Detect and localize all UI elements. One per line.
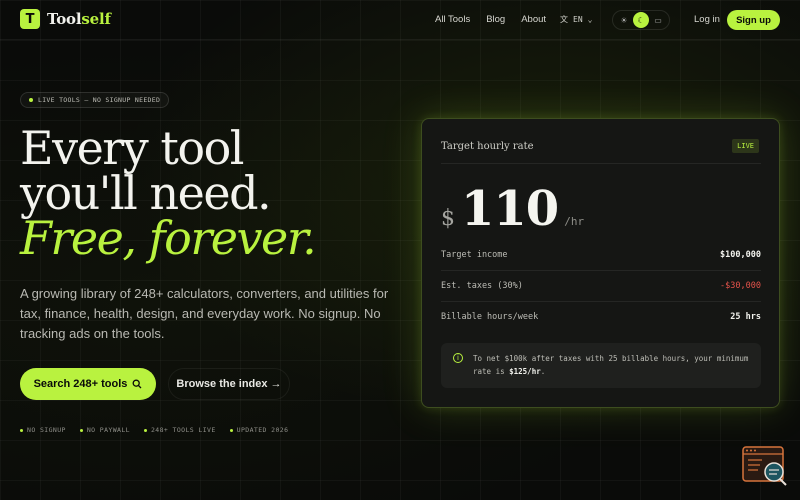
live-badge: LIVE — [732, 139, 759, 153]
hours-row: Billable hours/week 25 hrs — [441, 309, 761, 325]
row-value: $100,000 — [720, 250, 761, 260]
feature-item: UPDATED 2026 — [229, 426, 289, 434]
login-link[interactable]: Log in — [694, 14, 720, 25]
moon-icon[interactable]: ☾ — [633, 12, 649, 28]
nav-link-blog[interactable]: Blog — [486, 14, 505, 25]
card-title: Target hourly rate — [441, 141, 534, 152]
search-tools-label: Search 248+ tools — [33, 378, 128, 390]
feature-item: 248+ TOOLS LIVE — [143, 426, 216, 434]
currency-symbol: $ — [441, 206, 455, 231]
hero-heading: Every tool you'll need. Free, forever. — [20, 121, 317, 265]
info-icon: i — [453, 353, 463, 363]
rate-unit: /hr — [564, 215, 585, 228]
nav-link-about[interactable]: About — [521, 14, 546, 25]
feedback-widget-icon[interactable] — [742, 446, 788, 486]
divider — [441, 270, 761, 271]
nav-links: All Tools Blog About — [435, 14, 546, 25]
search-tools-button[interactable]: Search 248+ tools — [20, 368, 156, 400]
browse-index-button[interactable]: Browse the index → — [168, 368, 290, 400]
sun-icon[interactable]: ☀ — [616, 12, 632, 28]
rate-display: $ 110 /hr — [441, 181, 584, 237]
row-value: 25 hrs — [730, 312, 761, 322]
row-label: Billable hours/week — [441, 312, 539, 322]
row-label: Est. taxes (30%) — [441, 281, 523, 291]
taxes-row: Est. taxes (30%) -$30,000 — [441, 278, 761, 294]
translate-icon: 文 — [560, 15, 568, 24]
hero-badge: LIVE TOOLS — NO SIGNUP NEEDED — [20, 92, 170, 108]
hero-description: A growing library of 248+ calculators, c… — [20, 286, 389, 341]
hero-heading-line2: you'll need. — [20, 166, 272, 220]
row-label: Target income — [441, 250, 508, 260]
income-row: Target income $100,000 — [441, 247, 761, 263]
row-value: -$30,000 — [720, 281, 761, 291]
status-dot — [29, 98, 33, 102]
hero-heading-line3: Free, forever. — [20, 211, 317, 265]
logo[interactable]: T Toolself — [20, 9, 111, 29]
hero-badge-label: LIVE TOOLS — NO SIGNUP NEEDED — [38, 96, 161, 104]
feature-item: NO SIGNUP — [20, 426, 66, 434]
divider — [441, 163, 761, 164]
monitor-icon[interactable]: ▭ — [650, 12, 666, 28]
chevron-down-icon: ⌄ — [587, 15, 593, 24]
hourly-rate-card: Target hourly rate LIVE $ 110 /hr Target… — [421, 118, 780, 408]
feature-item: NO PAYWALL — [79, 426, 130, 434]
signup-button[interactable]: Sign up — [727, 10, 780, 30]
info-note: i To net $100k after taxes with 25 billa… — [441, 343, 761, 388]
logo-text: Toolself — [47, 10, 111, 28]
hero-heading-line1: Every tool — [20, 121, 244, 175]
note-suffix: . — [540, 367, 546, 376]
divider — [441, 301, 761, 302]
logo-mark: T — [20, 9, 40, 29]
top-nav: T Toolself All Tools Blog About 文 EN ⌄ ☀… — [0, 0, 800, 40]
theme-toggle: ☀ ☾ ▭ — [612, 10, 670, 30]
logo-text-part1: Tool — [47, 10, 82, 28]
language-label: EN — [573, 15, 583, 24]
language-selector[interactable]: 文 EN ⌄ — [560, 14, 592, 25]
note-highlight: $125/hr — [509, 367, 541, 376]
feature-list: NO SIGNUP NO PAYWALL 248+ TOOLS LIVE UPD… — [20, 426, 288, 434]
rate-value: 110 — [461, 181, 559, 237]
nav-link-all-tools[interactable]: All Tools — [435, 14, 470, 25]
search-icon — [132, 379, 142, 389]
logo-text-part2: self — [81, 10, 111, 28]
